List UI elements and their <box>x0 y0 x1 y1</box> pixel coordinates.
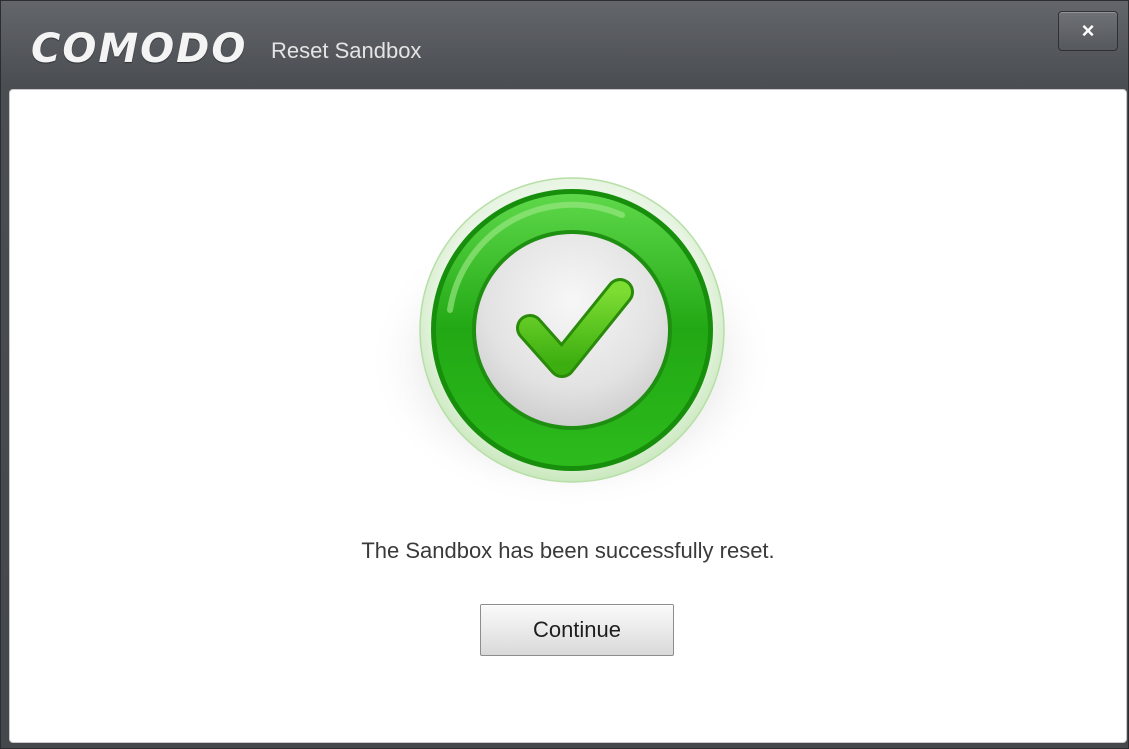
reset-sandbox-window: COMODO Reset Sandbox × The Sandbox has b… <box>0 0 1129 749</box>
close-button[interactable]: × <box>1058 11 1118 51</box>
continue-button[interactable]: Continue <box>480 604 674 656</box>
content-panel: The Sandbox has been successfully reset.… <box>9 89 1127 743</box>
status-message: The Sandbox has been successfully reset. <box>361 538 775 563</box>
success-checkmark-icon <box>367 177 777 510</box>
close-icon: × <box>1081 18 1095 43</box>
title-bar: COMODO Reset Sandbox × <box>1 1 1128 87</box>
comodo-logo: COMODO <box>31 26 248 72</box>
window-title: Reset Sandbox <box>271 38 422 63</box>
